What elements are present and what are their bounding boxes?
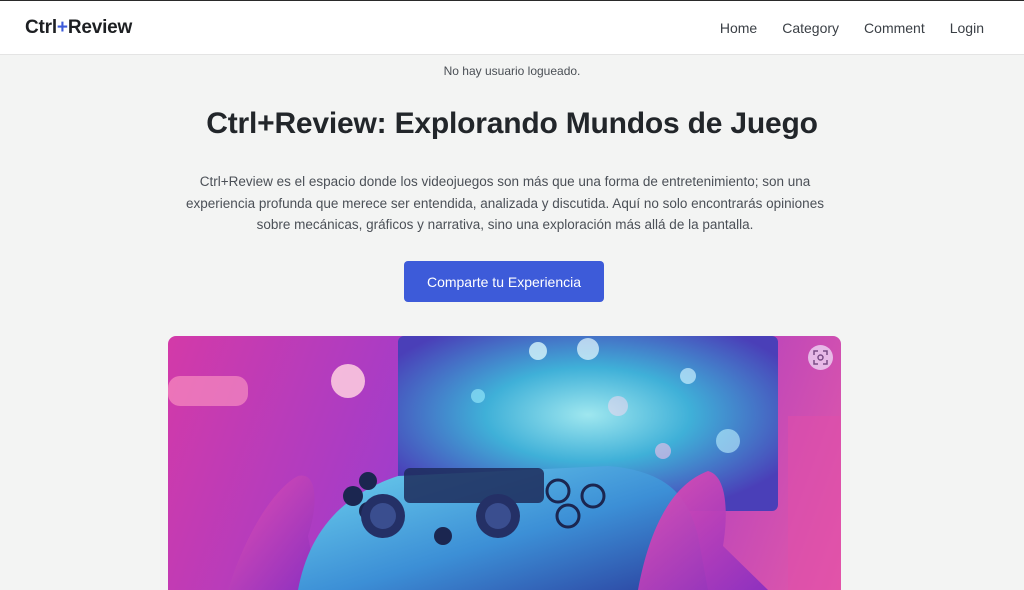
- brand-plus: +: [56, 16, 68, 38]
- brand-prefix: Ctrl: [25, 16, 57, 38]
- zoom-scan-icon[interactable]: [808, 345, 833, 370]
- nav-link-comment[interactable]: Comment: [864, 20, 925, 36]
- brand-logo[interactable]: Ctrl+Review: [25, 17, 132, 39]
- gamepad-illustration: [168, 336, 841, 590]
- zoom-scan-glyph: [813, 350, 828, 365]
- login-status-text: No hay usuario logueado.: [443, 64, 581, 78]
- navbar: Ctrl+Review Home Category Comment Login: [0, 0, 1024, 55]
- hero-description: Ctrl+Review es el espacio donde los vide…: [186, 174, 824, 232]
- brand-suffix: Review: [67, 16, 133, 38]
- nav-link-home[interactable]: Home: [720, 20, 757, 36]
- hero-image-gamepad: [168, 336, 841, 590]
- nav-link-login[interactable]: Login: [950, 20, 984, 36]
- hero-title: Ctrl+Review: Explorando Mundos de Juego: [206, 107, 818, 140]
- nav-link-category[interactable]: Category: [782, 20, 839, 36]
- nav-links: Home Category Comment Login: [720, 20, 984, 36]
- share-experience-button[interactable]: Comparte tu Experiencia: [404, 261, 604, 302]
